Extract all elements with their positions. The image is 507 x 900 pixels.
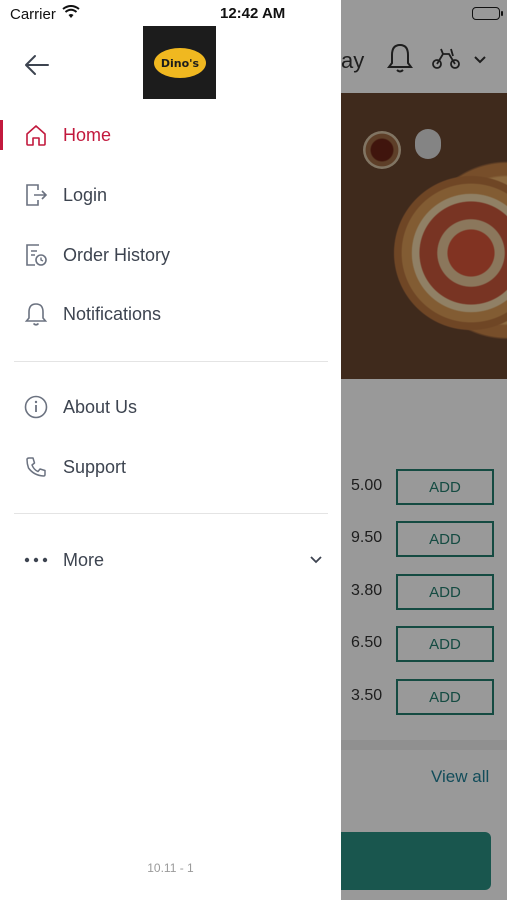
menu-item-support[interactable]: Support: [0, 440, 341, 494]
menu-label: Login: [63, 184, 108, 205]
menu-label: Support: [63, 456, 127, 477]
menu-item-notifications[interactable]: Notifications: [0, 287, 341, 341]
menu-item-more[interactable]: More: [0, 533, 341, 587]
info-icon: [22, 393, 50, 421]
more-dots-icon: [22, 546, 50, 574]
carrier-label: Carrier: [10, 6, 56, 23]
menu-item-order-history[interactable]: Order History: [0, 228, 341, 282]
battery-icon: [472, 7, 503, 20]
menu-divider: [14, 513, 328, 514]
status-bar: Carrier 12:42 AM: [0, 0, 507, 28]
wifi-icon: [62, 5, 80, 24]
menu-item-home[interactable]: Home: [0, 108, 341, 162]
bell-icon: [22, 300, 50, 328]
order-history-icon: [22, 241, 50, 269]
menu-label: About Us: [63, 396, 138, 417]
drawer-scrim[interactable]: [341, 0, 507, 900]
menu-label: Home: [63, 124, 112, 145]
phone-icon: [22, 453, 50, 481]
restaurant-logo: Dino's: [143, 26, 216, 99]
menu-label: More: [63, 549, 105, 570]
menu-item-about-us[interactable]: About Us: [0, 380, 341, 434]
navigation-drawer: Dino's Home Login Order History Notifica…: [0, 0, 341, 900]
login-icon: [22, 181, 50, 209]
menu-divider: [14, 361, 328, 362]
menu-label: Order History: [63, 244, 171, 265]
chevron-down-icon[interactable]: [306, 550, 326, 570]
status-time: 12:42 AM: [220, 5, 286, 22]
back-arrow-icon[interactable]: [20, 48, 54, 82]
menu-label: Notifications: [63, 303, 162, 324]
menu-item-login[interactable]: Login: [0, 168, 341, 222]
app-version: 10.11 - 1: [147, 861, 194, 875]
home-icon: [22, 121, 50, 149]
logo-text: Dino's: [160, 57, 199, 70]
